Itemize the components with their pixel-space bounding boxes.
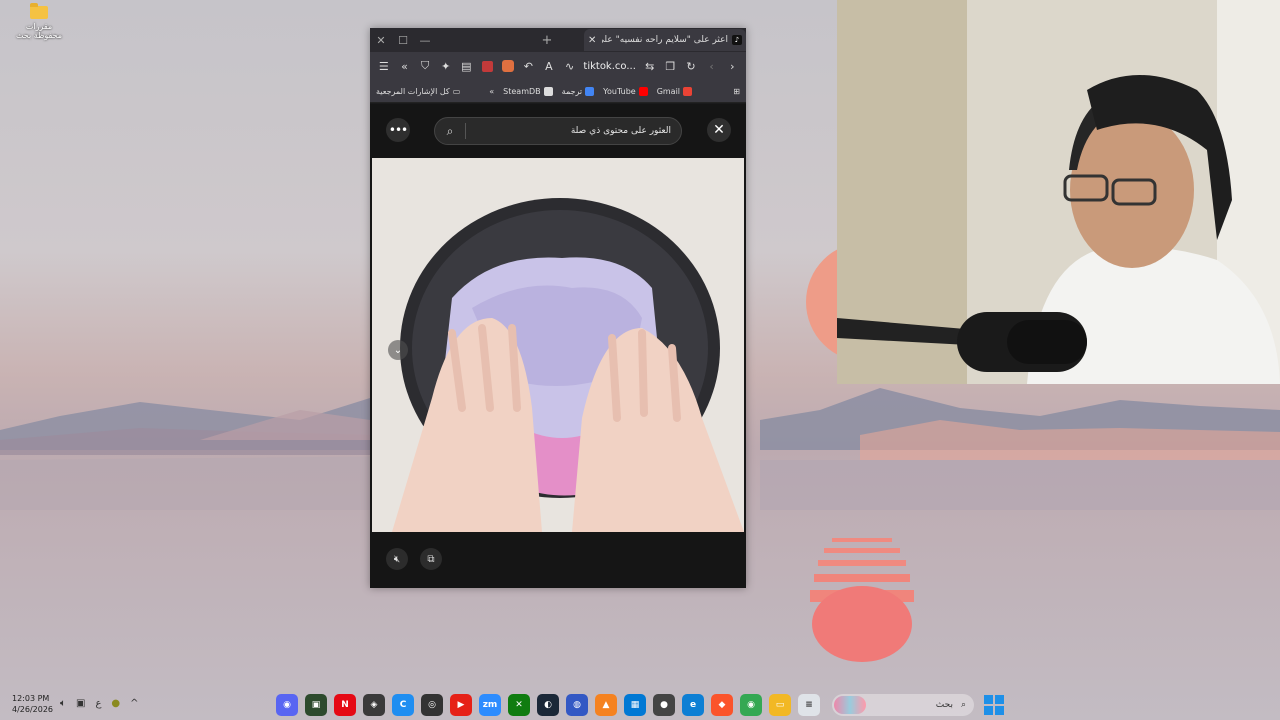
- window-close-button[interactable]: ✕: [370, 28, 392, 52]
- tab-close-icon[interactable]: ✕: [588, 35, 602, 46]
- search-highlight-icon: [834, 696, 866, 714]
- font-icon[interactable]: ∿: [560, 55, 580, 77]
- translate-icon: [585, 86, 595, 96]
- chevron-up-icon[interactable]: ^: [130, 698, 138, 709]
- language-indicator[interactable]: ع: [95, 698, 101, 709]
- puzzle-icon[interactable]: ✦: [436, 55, 456, 77]
- bookmarks-overflow[interactable]: «: [489, 87, 494, 96]
- davinci-icon[interactable]: ◈: [363, 694, 385, 716]
- bookmark-label: ترجمة: [561, 86, 583, 96]
- address-bar[interactable]: tiktok.co...: [580, 61, 638, 72]
- explorer-icon[interactable]: ▭: [769, 694, 791, 716]
- folder-icon: [30, 3, 48, 19]
- reader-icon[interactable]: ▤: [457, 55, 477, 77]
- brave-icon[interactable]: ◆: [711, 694, 733, 716]
- steam-icon[interactable]: ◐: [537, 694, 559, 716]
- browser-window: ✕ ☐ — + ✕ اعثر على "سلايم راحه نفسيه" عل…: [370, 28, 746, 588]
- date-text: 4/26/2026: [12, 705, 54, 714]
- menu-icon[interactable]: ☰: [374, 55, 394, 77]
- search-text: العثور على محتوى ذي صلة: [570, 126, 671, 136]
- streamer-webcam-image: [837, 0, 1280, 384]
- bookmark-icon[interactable]: ❒: [661, 55, 681, 77]
- network-icon[interactable]: ▣: [76, 698, 85, 709]
- folder-icon: ▭: [452, 86, 461, 96]
- chevron-down-icon[interactable]: ⌄: [388, 340, 408, 360]
- share-icon[interactable]: ⇆: [640, 55, 660, 77]
- browser-toolbar: ☰ « ⛉ ✦ ▤ ↶ A ∿ tiktok.co... ⇆ ❒ ↻ ‹ ›: [370, 52, 746, 80]
- notepad-icon[interactable]: ≡: [798, 694, 820, 716]
- gmail-icon: [683, 86, 693, 96]
- translate-icon[interactable]: A: [539, 55, 559, 77]
- tiktok-icon: ♪: [732, 35, 742, 45]
- tiktok-viewer: ••• ⌕ العثور على محتوى ذي صلة ✕ ⌄ 🔇︎ ⧉: [370, 104, 746, 588]
- extension-icon[interactable]: [498, 55, 518, 77]
- slime-video-frame: [372, 158, 744, 532]
- reload-icon[interactable]: ↻: [681, 55, 701, 77]
- shield-icon[interactable]: ⛉: [415, 55, 435, 77]
- time-text: 12:03 PM: [12, 694, 50, 703]
- desktop-folder[interactable]: مقررات محفوظة بحث: [14, 3, 64, 40]
- copilot-icon[interactable]: C: [392, 694, 414, 716]
- wallpaper-sun-reflection: [810, 538, 914, 662]
- new-tab-button[interactable]: +: [536, 33, 558, 48]
- pip-icon: ⧉: [427, 553, 435, 565]
- tab-title: اعثر على "سلايم راحه نفسيه" على: [602, 35, 728, 45]
- taskbar-apps: ◉ ▣ N ◈ C ◎ ▶ zm ✕ ◐ ◍ ▲ ▦ ● e ◆ ◉ ▭ ≡: [276, 694, 820, 716]
- search-input[interactable]: ⌕ العثور على محتوى ذي صلة: [434, 117, 682, 145]
- windows-start-button[interactable]: [984, 695, 1004, 715]
- video-player[interactable]: ⌄: [372, 158, 744, 532]
- edge-icon[interactable]: e: [682, 694, 704, 716]
- back-icon[interactable]: ‹: [702, 55, 722, 77]
- netflix-icon[interactable]: N: [334, 694, 356, 716]
- obs-icon[interactable]: ◎: [421, 694, 443, 716]
- bookmark-label: SteamDB: [503, 86, 541, 96]
- bookmarks-bar: كل الإشارات المرجعية ▭ « SteamDB ترجمة Y…: [370, 80, 746, 103]
- pip-button[interactable]: ⧉: [420, 548, 442, 570]
- taskbar-search[interactable]: بحث ⌕: [832, 694, 974, 716]
- mute-icon: 🔇︎: [393, 553, 401, 565]
- ubisoft-icon[interactable]: ◍: [566, 694, 588, 716]
- double-chevron-icon[interactable]: «: [395, 55, 415, 77]
- bookmark-label: YouTube: [603, 86, 636, 96]
- microphone-icon[interactable]: ●: [111, 698, 120, 709]
- search-icon[interactable]: ⌕: [435, 124, 465, 139]
- browser-tab[interactable]: ✕ اعثر على "سلايم راحه نفسيه" على ♪: [584, 29, 746, 51]
- system-tray: 🔈︎ ▣ ع ● ^: [60, 698, 139, 709]
- speaker-icon[interactable]: 🔈︎: [60, 698, 66, 709]
- window-minimize-button[interactable]: —: [414, 28, 436, 52]
- system-clock[interactable]: 12:03 PM 4/26/2026: [12, 693, 53, 715]
- vlc-icon[interactable]: ▲: [595, 694, 617, 716]
- chrome-icon[interactable]: ◉: [740, 694, 762, 716]
- search-placeholder: بحث: [935, 700, 953, 710]
- apps-grid-icon[interactable]: ⊞: [733, 87, 740, 96]
- window-maximize-button[interactable]: ☐: [392, 28, 414, 52]
- close-button[interactable]: ✕: [707, 118, 731, 142]
- bookmark-gmail[interactable]: Gmail: [656, 86, 693, 96]
- terminal-icon[interactable]: ▣: [305, 694, 327, 716]
- bookmark-label: Gmail: [656, 86, 681, 96]
- all-bookmarks-label: كل الإشارات المرجعية: [376, 86, 450, 96]
- bookmark-all[interactable]: كل الإشارات المرجعية ▭: [376, 87, 460, 96]
- youtube-music-icon[interactable]: ▶: [450, 694, 472, 716]
- youtube-icon: [638, 86, 648, 96]
- discord-icon[interactable]: ◉: [276, 694, 298, 716]
- mute-button[interactable]: 🔇︎: [386, 548, 408, 570]
- desktop-folder-label: مقررات محفوظة بحث: [15, 22, 63, 40]
- store-icon[interactable]: ▦: [624, 694, 646, 716]
- forward-icon[interactable]: ›: [722, 55, 742, 77]
- bookmark-steamdb[interactable]: SteamDB: [503, 86, 553, 96]
- steamdb-icon: [543, 86, 553, 96]
- image-icon[interactable]: [477, 55, 497, 77]
- more-options-button[interactable]: •••: [386, 118, 410, 142]
- zoom-icon[interactable]: zm: [479, 694, 501, 716]
- title-bar: ✕ ☐ — + ✕ اعثر على "سلايم راحه نفسيه" عل…: [370, 28, 746, 52]
- camera-icon[interactable]: ●: [653, 694, 675, 716]
- bookmark-translate[interactable]: ترجمة: [561, 86, 595, 96]
- webcam-overlay: [837, 0, 1280, 384]
- bookmark-youtube[interactable]: YouTube: [603, 86, 648, 96]
- search-icon: ⌕: [960, 700, 966, 710]
- xbox-icon[interactable]: ✕: [508, 694, 530, 716]
- undo-icon[interactable]: ↶: [518, 55, 538, 77]
- taskbar: 12:03 PM 4/26/2026 🔈︎ ▣ ع ● ^ ◉ ▣ N ◈ C ◎ ▶ zm ✕…: [0, 690, 1280, 720]
